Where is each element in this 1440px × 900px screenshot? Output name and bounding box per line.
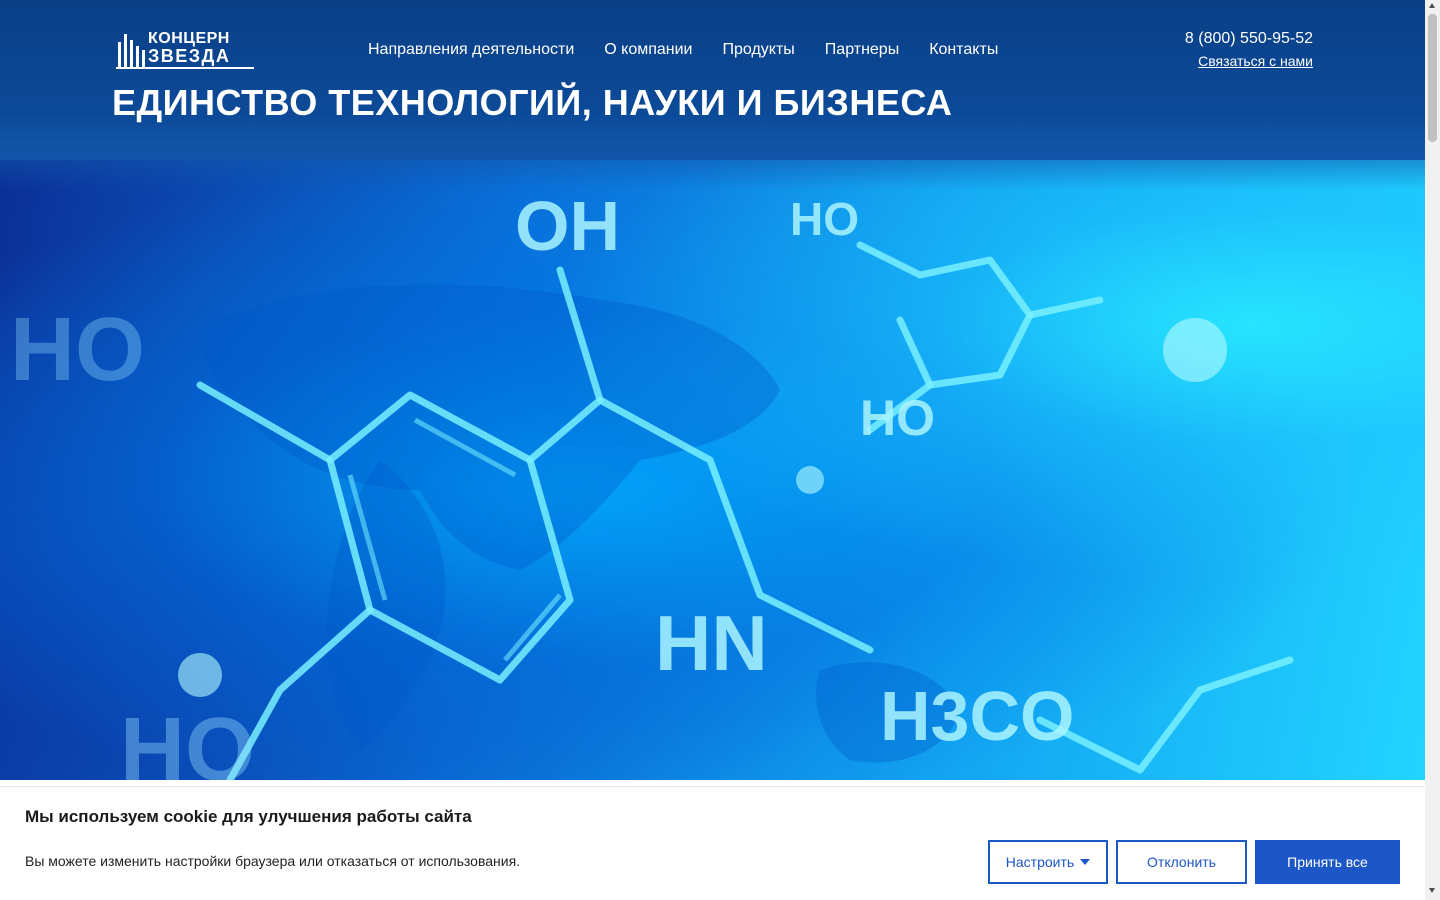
nav-about[interactable]: О компании (604, 41, 692, 59)
logo-bars-icon (118, 34, 145, 68)
caret-down-icon (1080, 859, 1091, 865)
scroll-thumb[interactable] (1428, 14, 1437, 142)
logo-underline (116, 67, 254, 69)
configure-button[interactable]: Настроить (988, 840, 1108, 884)
hero-label-ho-bottom: HO (120, 700, 255, 780)
logo-line1: КОНЦЕРН (148, 30, 230, 47)
nav-partners[interactable]: Партнеры (825, 41, 899, 59)
main-nav: Направления деятельности О компании Прод… (368, 41, 1028, 59)
hero-label-h3co: H3CO (880, 677, 1074, 755)
hero-label-ho-mid: HO (860, 390, 935, 446)
site-header: КОНЦЕРН ЗВЕЗДА Направления деятельности … (0, 0, 1425, 160)
hero-label-ho-top: HO (790, 193, 859, 245)
hero-label-hn: HN (655, 599, 768, 687)
page: OH HO HO HO HN H3CO HO КОНЦЕРН ЗВЕЗДА На… (0, 0, 1425, 900)
logo-line2: ЗВЕЗДА (148, 46, 231, 66)
molecule-world-illustration: OH HO HO HO HN H3CO HO (10, 187, 1294, 780)
hero-label-oh: OH (515, 187, 620, 265)
nav-contacts[interactable]: Контакты (929, 41, 998, 59)
cookie-banner: Мы используем cookie для улучшения работ… (0, 786, 1425, 900)
company-logo[interactable]: КОНЦЕРН ЗВЕЗДА (116, 30, 256, 70)
logo-wordmark: КОНЦЕРН ЗВЕЗДА (148, 30, 231, 66)
contact-us-link[interactable]: Связаться с нами (1185, 53, 1313, 69)
decline-button[interactable]: Отклонить (1116, 840, 1247, 884)
nav-directions[interactable]: Направления деятельности (368, 41, 574, 59)
scroll-down-icon[interactable] (1429, 888, 1435, 893)
vertical-scrollbar[interactable] (1425, 0, 1440, 900)
hero-label-ho-left: HO (10, 300, 145, 400)
hero-banner: OH HO HO HO HN H3CO HO (0, 130, 1425, 780)
configure-label: Настроить (1005, 854, 1075, 870)
phone-number[interactable]: 8 (800) 550-95-52 (1185, 30, 1313, 48)
hero-title: ЕДИНСТВО ТЕХНОЛОГИЙ, НАУКИ И БИЗНЕСА (112, 82, 953, 123)
accept-all-button[interactable]: Принять все (1255, 840, 1400, 884)
scroll-up-icon[interactable] (1429, 3, 1435, 8)
nav-products[interactable]: Продукты (723, 41, 795, 59)
cookie-title: Мы используем cookie для улучшения работ… (25, 807, 472, 826)
header-contacts: 8 (800) 550-95-52 Связаться с нами (1185, 30, 1313, 69)
cookie-text: Вы можете изменить настройки браузера ил… (25, 853, 521, 869)
